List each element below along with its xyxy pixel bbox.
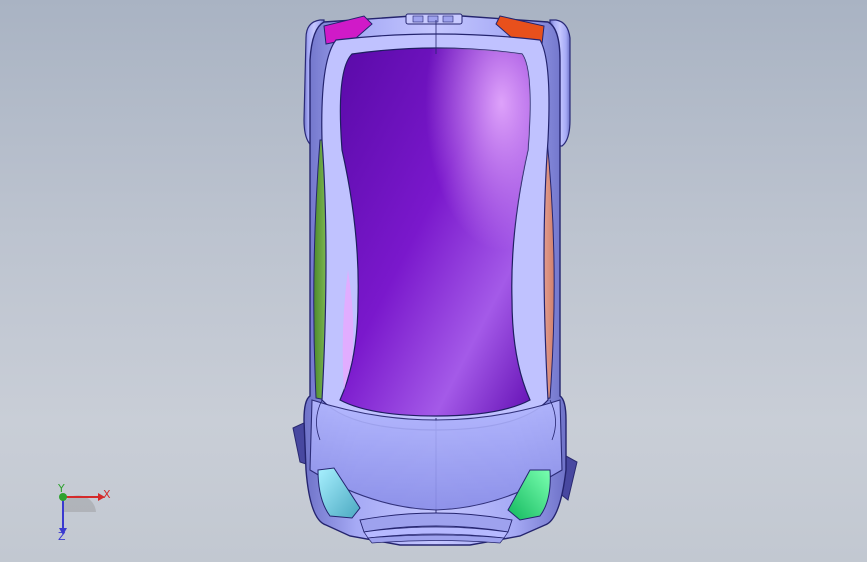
x-axis-label: X [103,488,111,501]
car-model[interactable] [0,0,867,562]
axis-triad: X Y Z [46,482,126,544]
y-axis-label: Y [58,482,65,495]
graphics-viewport[interactable]: X Y Z [0,0,867,562]
z-axis-label: Z [58,530,66,543]
